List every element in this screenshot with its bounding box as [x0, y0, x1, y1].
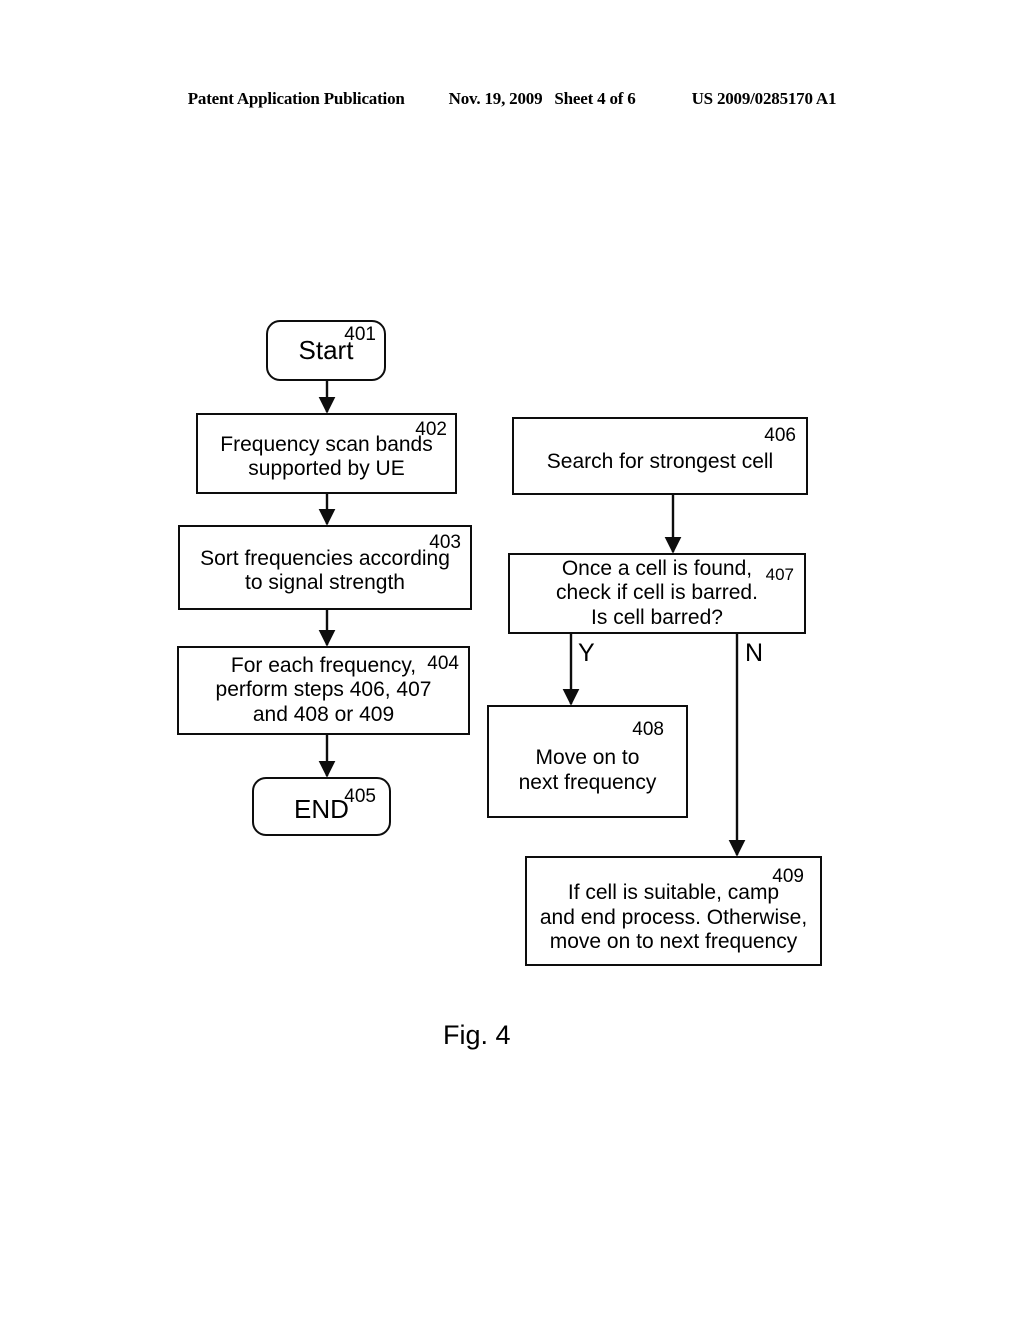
flow-node-401-ref: 401: [344, 324, 376, 345]
flow-node-405-ref: 405: [344, 786, 376, 807]
flowchart-connectors: [318, 381, 746, 857]
flow-node-409-ref: 409: [772, 866, 804, 887]
branch-label-no: N: [745, 639, 764, 667]
flow-node-408-ref: 408: [632, 719, 664, 740]
flow-node-408-label: Move on to next frequency: [518, 746, 657, 794]
flow-node-403-sort-frequencies[interactable]: Sort frequencies according to signal str…: [178, 525, 472, 610]
flow-node-409-camp-or-next-frequency[interactable]: If cell is suitable, camp and end proces…: [525, 856, 822, 966]
flow-node-401-start[interactable]: Start 401: [266, 320, 386, 381]
branch-label-yes: Y: [578, 639, 595, 667]
flowchart-figure: Start 401 Frequency scan bands supported…: [0, 0, 1024, 1320]
flow-node-408-move-next-frequency[interactable]: Move on to next frequency 408: [487, 705, 688, 818]
flow-node-404-ref: 404: [427, 653, 459, 674]
flow-node-407-check-cell-barred[interactable]: Once a cell is found, check if cell is b…: [508, 553, 806, 634]
flow-node-402-label: Frequency scan bands supported by UE: [220, 432, 433, 480]
flow-node-406-label: Search for strongest cell: [546, 449, 774, 473]
flow-node-407-label: Once a cell is found, check if cell is b…: [556, 556, 758, 629]
flow-node-402-frequency-scan[interactable]: Frequency scan bands supported by UE 402: [196, 413, 457, 494]
figure-caption: Fig. 4: [443, 1020, 511, 1050]
flow-node-406-search-strongest-cell[interactable]: Search for strongest cell 406: [512, 417, 808, 495]
flow-node-405-end[interactable]: END 405: [252, 777, 391, 836]
flow-node-404-for-each-frequency[interactable]: For each frequency, perform steps 406, 4…: [177, 646, 470, 735]
flow-node-407-ref: 407: [765, 565, 794, 584]
flow-node-404-label: For each frequency, perform steps 406, 4…: [215, 653, 432, 726]
flow-node-403-ref: 403: [429, 532, 461, 553]
flow-node-409-label: If cell is suitable, camp and end proces…: [539, 881, 808, 954]
flow-node-406-ref: 406: [764, 425, 796, 446]
flow-node-402-ref: 402: [415, 419, 447, 440]
flow-node-403-label: Sort frequencies according to signal str…: [200, 546, 450, 594]
